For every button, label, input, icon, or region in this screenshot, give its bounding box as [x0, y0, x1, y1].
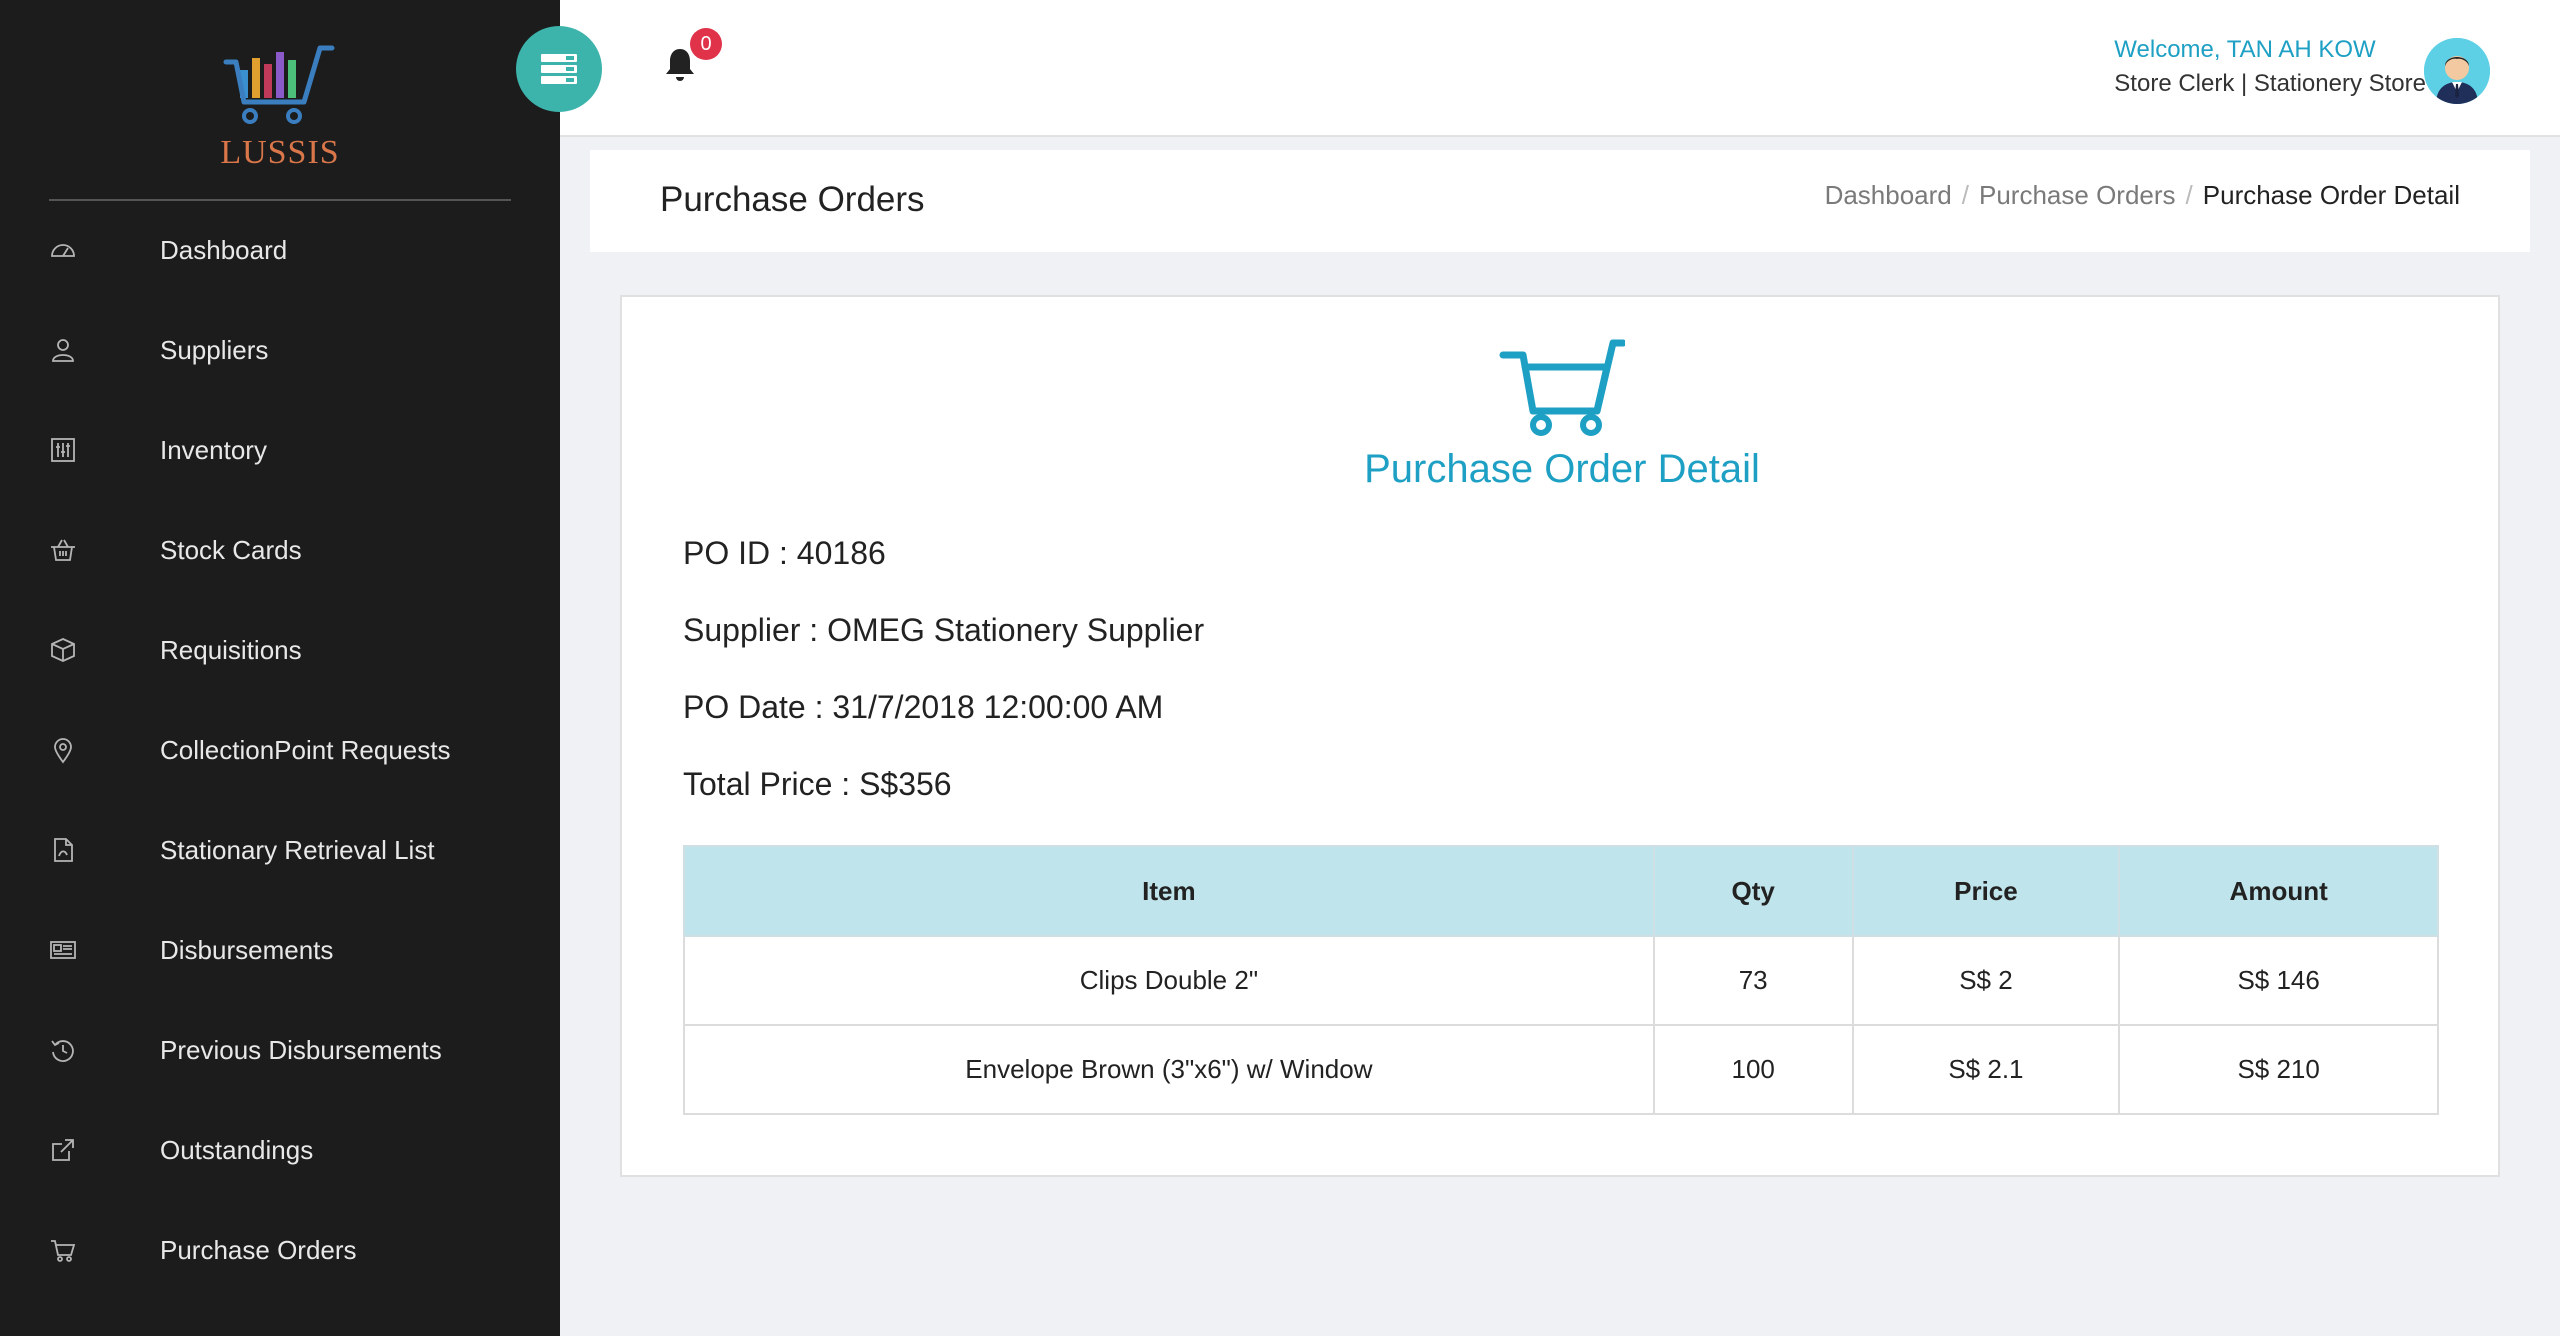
sidebar-item-label: Disbursements	[160, 934, 334, 965]
sidebar-item-label: Suppliers	[160, 334, 269, 365]
purchase-order-items-table: Item Qty Price Amount Clips Double 2" 73…	[683, 845, 2439, 1115]
dashboard-gauge-icon	[48, 235, 78, 265]
column-header-item[interactable]: Item	[683, 845, 1655, 937]
sidebar-item-stock-cards[interactable]: Stock Cards	[0, 500, 560, 600]
sidebar-item-label: Stationary Retrieval List	[160, 834, 435, 865]
external-link-icon	[48, 1135, 78, 1165]
breadcrumb-purchase-orders[interactable]: Purchase Orders	[1979, 180, 2176, 211]
column-header-amount[interactable]: Amount	[2118, 845, 2439, 937]
cell-amount: S$ 210	[2118, 1024, 2439, 1115]
user-role: Store Clerk | Stationery Store	[2114, 70, 2426, 97]
sidebar: LUSSIS Dashboard Suppliers Inventory Sto…	[0, 0, 560, 1336]
po-total-price: Total Price : S$356	[683, 766, 952, 802]
newspaper-icon	[48, 935, 78, 965]
cell-price: S$ 2	[1851, 935, 2121, 1026]
breadcrumb: Dashboard / Purchase Orders / Purchase O…	[1825, 180, 2460, 211]
sidebar-item-suppliers[interactable]: Suppliers	[0, 300, 560, 400]
column-header-qty[interactable]: Qty	[1652, 845, 1854, 937]
sidebar-item-purchase-orders[interactable]: Purchase Orders	[0, 1200, 560, 1300]
menu-toggle-button[interactable]	[516, 26, 602, 112]
sidebar-nav: Dashboard Suppliers Inventory Stock Card…	[0, 200, 560, 1300]
sidebar-item-label: Outstandings	[160, 1134, 314, 1165]
breadcrumb-dashboard[interactable]: Dashboard	[1825, 180, 1952, 211]
sidebar-item-label: Stock Cards	[160, 534, 302, 565]
lussis-logo[interactable]: LUSSIS	[0, 40, 560, 190]
cell-qty: 73	[1652, 935, 1854, 1026]
po-id: PO ID : 40186	[683, 535, 886, 571]
sidebar-item-requisitions[interactable]: Requisitions	[0, 600, 560, 700]
cell-qty: 100	[1652, 1024, 1854, 1115]
card-title: Purchase Order Detail	[1364, 447, 1760, 491]
purchase-order-detail-card: Purchase Order Detail PO ID : 40186 Supp…	[620, 295, 2500, 1177]
breadcrumb-separator: /	[1961, 180, 1969, 210]
top-header: Welcome, TAN AH KOW Store Clerk | Statio…	[560, 0, 2560, 137]
sidebar-item-label: Dashboard	[160, 234, 288, 265]
history-icon	[48, 1035, 78, 1065]
cell-amount: S$ 146	[2118, 935, 2439, 1026]
avatar[interactable]	[2424, 38, 2490, 104]
shopping-cart-icon	[1499, 339, 1625, 436]
page-header: Purchase Orders Dashboard / Purchase Ord…	[590, 150, 2530, 252]
po-supplier: Supplier : OMEG Stationery Supplier	[683, 612, 1205, 648]
sidebar-item-dashboard[interactable]: Dashboard	[0, 200, 560, 300]
map-pin-icon	[48, 735, 78, 765]
sidebar-item-stationary-retrieval-list[interactable]: Stationary Retrieval List	[0, 800, 560, 900]
page-title: Purchase Orders	[660, 180, 925, 219]
welcome-text: Welcome, TAN AH KOW	[2114, 36, 2376, 63]
sidebar-item-inventory[interactable]: Inventory	[0, 400, 560, 500]
sidebar-item-disbursements[interactable]: Disbursements	[0, 900, 560, 1000]
sidebar-item-label: Inventory	[160, 434, 267, 465]
user-info[interactable]: Welcome, TAN AH KOW Store Clerk | Statio…	[2114, 33, 2426, 101]
logo-text: LUSSIS	[220, 134, 340, 171]
cell-price: S$ 2.1	[1851, 1024, 2121, 1115]
column-header-price[interactable]: Price	[1851, 845, 2121, 937]
cell-item: Clips Double 2"	[683, 935, 1655, 1026]
shopping-cart-logo-icon	[223, 45, 335, 124]
basket-icon	[48, 535, 78, 565]
server-menu-icon	[541, 54, 577, 84]
sliders-icon	[48, 435, 78, 465]
sidebar-item-label: Purchase Orders	[160, 1234, 357, 1265]
user-icon	[48, 335, 78, 365]
sidebar-item-label: Requisitions	[160, 634, 302, 665]
po-date: PO Date : 31/7/2018 12:00:00 AM	[683, 689, 1164, 725]
box-icon	[48, 635, 78, 665]
breadcrumb-separator: /	[2185, 180, 2193, 210]
table-row: Envelope Brown (3"x6") w/ Window 100 S$ …	[683, 1024, 2439, 1115]
table-header-row: Item Qty Price Amount	[683, 845, 2439, 937]
pdf-file-icon	[48, 835, 78, 865]
breadcrumb-current: Purchase Order Detail	[2202, 180, 2460, 210]
notification-badge: 0	[690, 28, 722, 60]
sidebar-item-label: Previous Disbursements	[160, 1034, 442, 1065]
sidebar-item-label: CollectionPoint Requests	[160, 734, 451, 765]
sidebar-item-collectionpoint-requests[interactable]: CollectionPoint Requests	[0, 700, 560, 800]
sidebar-item-outstandings[interactable]: Outstandings	[0, 1100, 560, 1200]
user-avatar-icon	[2424, 38, 2490, 104]
cell-item: Envelope Brown (3"x6") w/ Window	[683, 1024, 1655, 1115]
sidebar-item-previous-disbursements[interactable]: Previous Disbursements	[0, 1000, 560, 1100]
cart-icon	[48, 1235, 78, 1265]
table-row: Clips Double 2" 73 S$ 2 S$ 146	[683, 935, 2439, 1026]
